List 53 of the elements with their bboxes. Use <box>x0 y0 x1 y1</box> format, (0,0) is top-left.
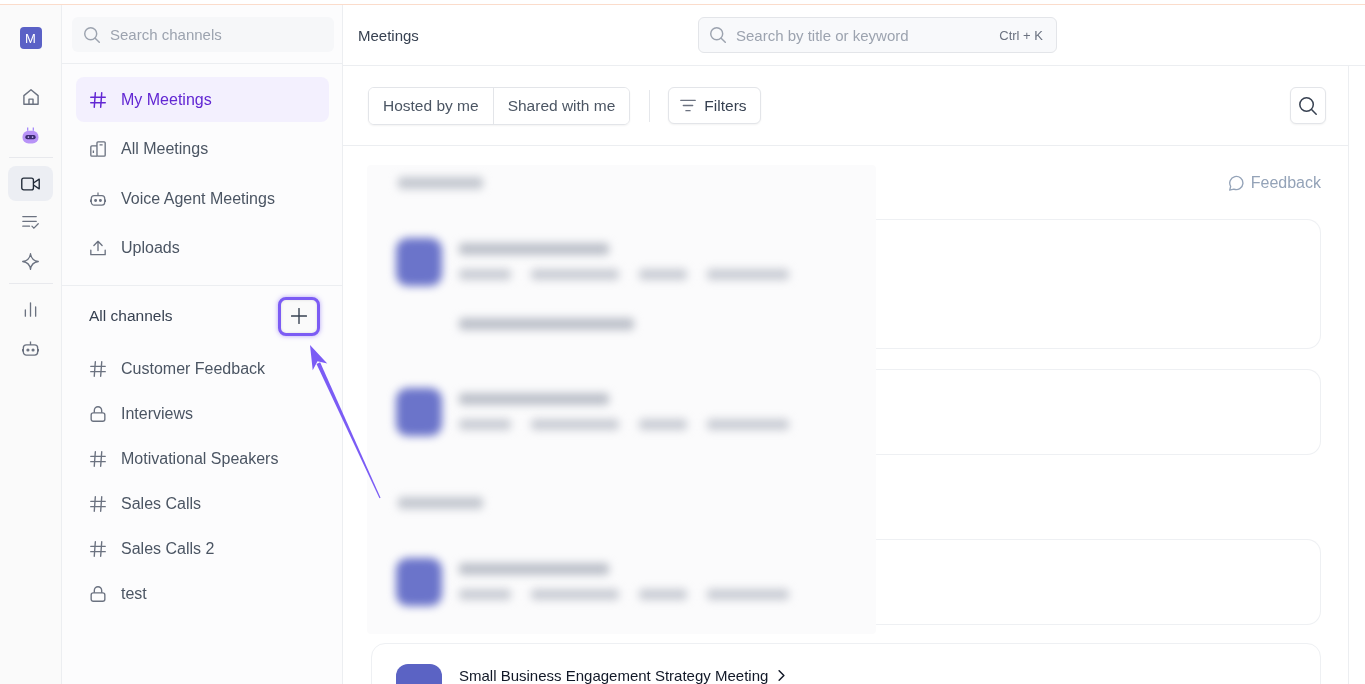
home-icon <box>22 88 39 105</box>
nav-item[interactable]: My Meetings <box>76 77 329 122</box>
channel-item[interactable]: test <box>76 571 329 617</box>
upload-icon <box>90 240 106 256</box>
blurred-detail <box>459 589 511 600</box>
plus-icon <box>291 308 307 324</box>
blurred-detail <box>459 419 511 430</box>
channel-item[interactable]: Sales Calls <box>76 481 329 527</box>
sparkle-icon <box>22 253 39 270</box>
filters-button[interactable]: Filters <box>668 87 761 124</box>
blurred-avatar <box>396 388 442 436</box>
robot-icon <box>22 341 39 356</box>
page-title: Meetings <box>358 26 420 44</box>
filter-tab[interactable]: Shared with me <box>492 87 630 124</box>
shortcut-hint: Ctrl + K <box>999 27 1043 43</box>
search-icon <box>1299 96 1317 115</box>
search-icon <box>84 26 100 43</box>
speech-bubble-icon <box>1227 175 1244 191</box>
meeting-card[interactable]: Small Business Engagement Strategy Meeting <box>371 643 1321 684</box>
search-input[interactable]: Search by title or keyword <box>736 26 990 44</box>
filter-tab[interactable]: Hosted by me <box>369 87 493 124</box>
search-field[interactable]: Search channels <box>72 17 334 52</box>
filter-icon <box>680 99 697 112</box>
blurred-detail <box>639 589 687 600</box>
bot-icon <box>22 127 39 144</box>
blurred-detail <box>459 269 511 280</box>
search-icon <box>710 27 726 43</box>
channel-item[interactable]: Sales Calls 2 <box>76 526 329 572</box>
nav-item[interactable]: Uploads <box>76 225 329 271</box>
chevron-right-icon <box>778 669 786 681</box>
channel-item[interactable]: Customer Feedback <box>76 346 329 392</box>
robot-icon <box>90 191 106 206</box>
search-button[interactable] <box>1290 87 1326 124</box>
add-channel-button[interactable] <box>278 296 320 336</box>
channel-item[interactable]: Motivational Speakers <box>76 436 329 482</box>
documents-icon <box>90 141 106 157</box>
nav-item[interactable]: All Meetings <box>76 126 329 172</box>
checklist-icon <box>22 215 39 230</box>
video-camera-icon <box>21 176 40 191</box>
search-channels-input[interactable]: Search channels <box>110 26 322 43</box>
meetings-button[interactable] <box>8 166 53 201</box>
search-field[interactable]: Search by title or keyword Ctrl + K <box>698 17 1057 53</box>
nav-item[interactable]: Voice Agent Meetings <box>76 176 329 221</box>
workspace-logo[interactable]: M <box>19 27 42 49</box>
blurred-avatar <box>396 238 442 286</box>
blurred-detail <box>639 419 687 430</box>
meeting-title: Small Business Engagement Strategy Meeting <box>459 666 769 684</box>
hash-icon <box>90 91 106 108</box>
blurred-avatar <box>396 558 442 606</box>
blurred-detail <box>639 269 687 280</box>
bar-chart-icon <box>24 302 37 317</box>
channel-item[interactable]: Interviews <box>76 391 329 437</box>
section-title: All channels <box>89 307 173 325</box>
